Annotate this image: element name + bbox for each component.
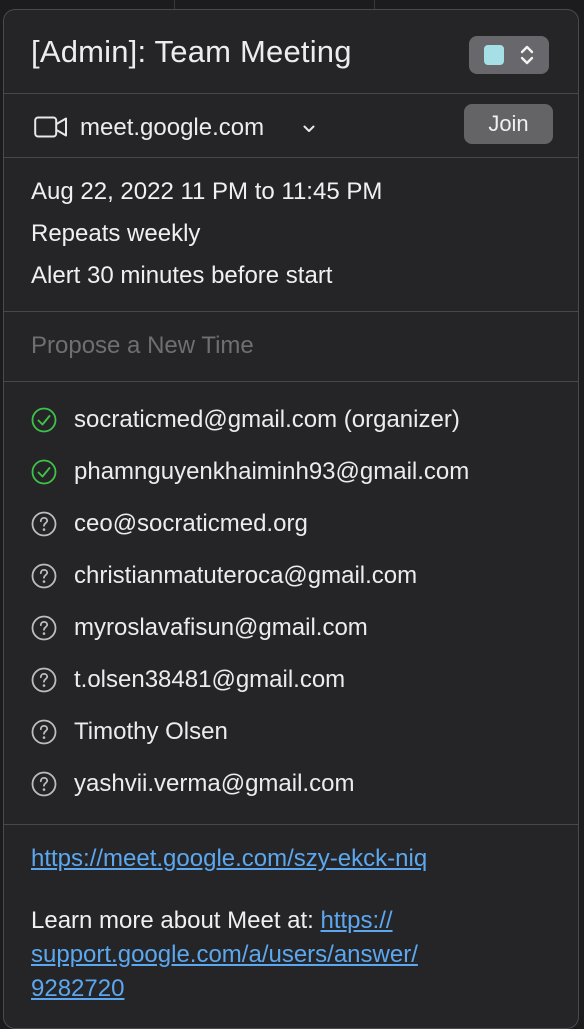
event-date-time: Aug 22, 2022 11 PM to 11:45 PM bbox=[31, 178, 382, 206]
attendee-row[interactable]: yashvii.verma@gmail.com bbox=[31, 764, 354, 804]
propose-new-time-row: Propose a New Time bbox=[4, 312, 578, 382]
accepted-check-icon bbox=[31, 459, 57, 485]
accepted-check-icon bbox=[31, 407, 57, 433]
calendar-selector[interactable] bbox=[469, 36, 549, 74]
attendee-row[interactable]: myroslavafisun@gmail.com bbox=[31, 608, 368, 648]
attendee-row[interactable]: phamnguyenkhaiminh93@gmail.com bbox=[31, 452, 469, 492]
attendee-email: ceo@socraticmed.org bbox=[74, 510, 308, 538]
propose-new-time-button[interactable]: Propose a New Time bbox=[31, 332, 254, 360]
meet-link[interactable]: https://meet.google.com/szy-ekck-niq bbox=[31, 845, 427, 873]
attendee-email: socraticmed@gmail.com (organizer) bbox=[74, 406, 460, 434]
attendee-row[interactable]: Timothy Olsen bbox=[31, 712, 228, 752]
question-mark-icon bbox=[31, 615, 57, 641]
attendee-row[interactable]: socraticmed@gmail.com (organizer) bbox=[31, 400, 460, 440]
question-mark-icon bbox=[31, 771, 57, 797]
learn-more-prefix: Learn more about Meet at: bbox=[31, 907, 321, 934]
chevron-down-icon[interactable] bbox=[303, 125, 315, 133]
question-mark-icon bbox=[31, 719, 57, 745]
video-provider-dropdown[interactable]: meet.google.com bbox=[80, 114, 264, 142]
attendee-email: phamnguyenkhaiminh93@gmail.com bbox=[74, 458, 469, 486]
event-header: [Admin]: Team Meeting bbox=[4, 10, 578, 94]
question-mark-icon bbox=[31, 667, 57, 693]
attendee-email: christianmatuteroca@gmail.com bbox=[74, 562, 417, 590]
support-link-line3[interactable]: 9282720 bbox=[31, 975, 124, 1003]
join-button[interactable]: Join bbox=[464, 104, 553, 144]
event-popover: [Admin]: Team Meeting meet.google.com Jo… bbox=[3, 9, 579, 1029]
attendee-email: t.olsen38481@gmail.com bbox=[74, 666, 345, 694]
attendee-email: yashvii.verma@gmail.com bbox=[74, 770, 354, 798]
video-call-row: meet.google.com Join bbox=[4, 94, 578, 158]
attendee-email: Timothy Olsen bbox=[74, 718, 228, 746]
learn-more-text: Learn more about Meet at: https:// bbox=[31, 907, 393, 935]
event-repeat: Repeats weekly bbox=[31, 220, 200, 248]
video-camera-icon bbox=[34, 116, 68, 138]
calendar-color-swatch bbox=[484, 45, 504, 65]
attendee-row[interactable]: ceo@socraticmed.org bbox=[31, 504, 308, 544]
attendee-email: myroslavafisun@gmail.com bbox=[74, 614, 368, 642]
event-title[interactable]: [Admin]: Team Meeting bbox=[31, 34, 352, 70]
attendee-row[interactable]: t.olsen38481@gmail.com bbox=[31, 660, 345, 700]
support-link-line2[interactable]: support.google.com/a/users/answer/ bbox=[31, 941, 418, 969]
attendee-list: socraticmed@gmail.com (organizer) phamngu… bbox=[4, 382, 578, 825]
attendee-row[interactable]: christianmatuteroca@gmail.com bbox=[31, 556, 417, 596]
event-time-details[interactable]: Aug 22, 2022 11 PM to 11:45 PM Repeats w… bbox=[4, 158, 578, 312]
event-alert: Alert 30 minutes before start bbox=[31, 262, 332, 290]
support-link[interactable]: https:// bbox=[321, 907, 393, 934]
chevron-up-down-icon bbox=[519, 43, 535, 67]
question-mark-icon bbox=[31, 563, 57, 589]
question-mark-icon bbox=[31, 511, 57, 537]
